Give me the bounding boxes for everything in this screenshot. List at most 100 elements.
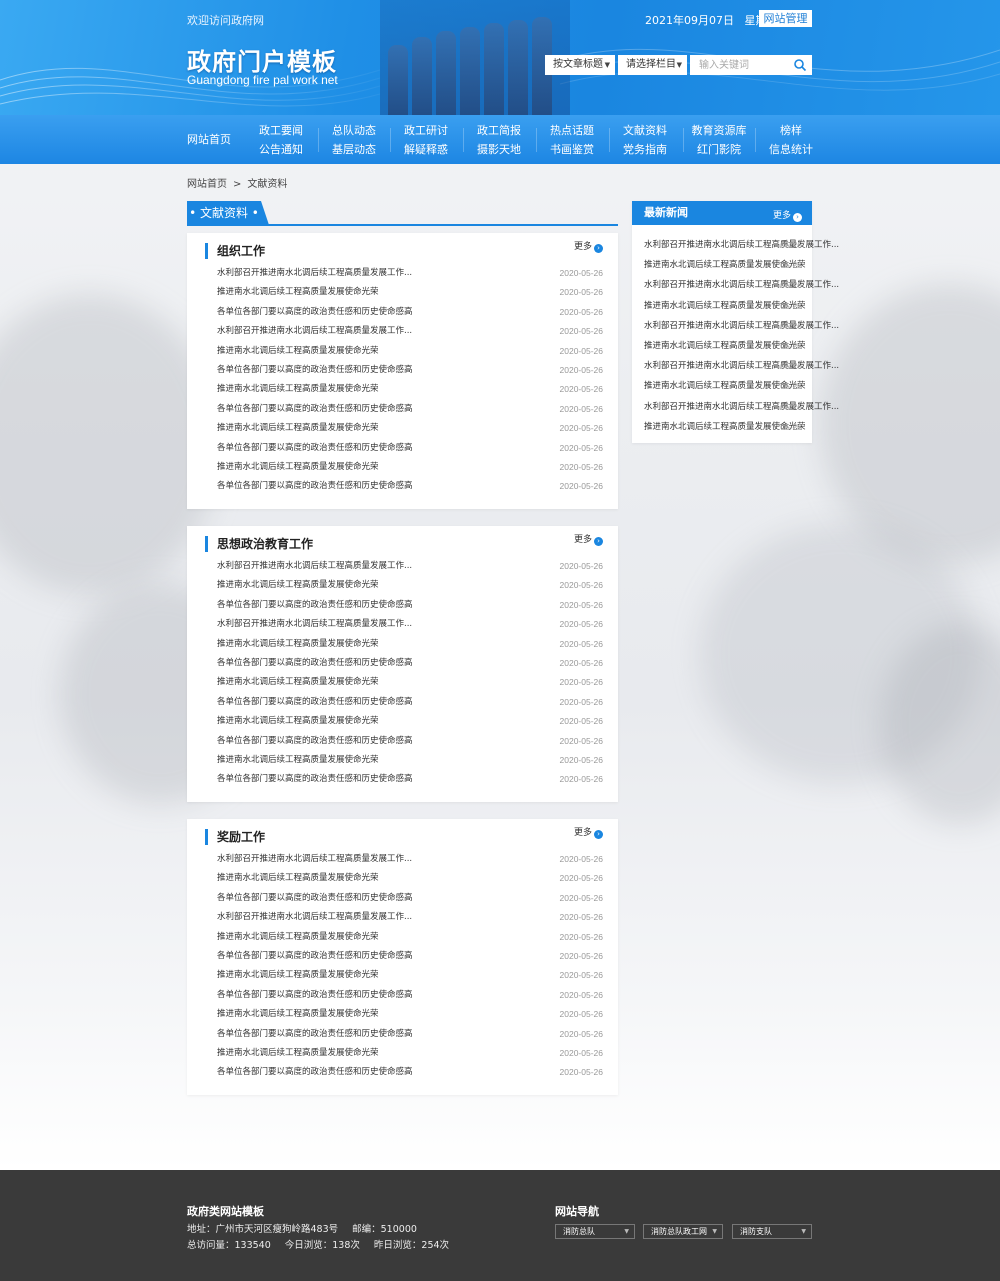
article-link[interactable]: 推进南水北调后续工程高质量发展使命光荣 [217,458,379,477]
article-link[interactable]: 各单位各部门要以高度的政治责任感和历史使命感高 [217,1025,413,1044]
article-link[interactable]: 各单位各部门要以高度的政治责任感和历史使命感高 [217,947,413,966]
article-link[interactable]: 各单位各部门要以高度的政治责任感和历史使命感高 [217,361,413,380]
footer-nav-select-3[interactable]: 消防支队 ▼ [732,1224,812,1239]
nav-item[interactable]: 信息统计 [755,143,827,157]
latest-news-list: 水利部召开推进南水北调后续工程高质量发展工作... 05-26 推进南水北调后续工程… [644,235,839,437]
breadcrumb-home[interactable]: 网站首页 [187,179,227,190]
nav-column: 教育资源库 红门影院 [683,115,755,164]
article-link[interactable]: 水利部召开推进南水北调后续工程高质量发展工作... [217,908,412,927]
article-link[interactable]: 各单位各部门要以高度的政治责任感和历史使命感高 [217,439,413,458]
panel-more-link[interactable]: 更多 › [574,239,603,253]
article-link[interactable]: 水利部召开推进南水北调后续工程高质量发展工作... [217,322,412,341]
article-date: 2020-05-26 [559,657,603,668]
nav-item[interactable]: 政工要闻 [245,124,317,138]
footer-address-line: 地址：广州市天河区瘦狗岭路483号 邮编：510000 [187,1221,431,1235]
nav-home[interactable]: 网站首页 [187,115,231,164]
breadcrumb: 网站首页 > 文献资料 [187,175,293,190]
panel-more-link[interactable]: 更多 › [574,532,603,546]
list-item: 推进南水北调后续工程高质量发展使命光荣 2020-05-26 [217,458,603,477]
list-item: 推进南水北调后续工程高质量发展使命光荣 05-26 [644,255,806,275]
news-link[interactable]: 水利部召开推进南水北调后续工程高质量发展工作... [644,316,839,336]
panel-more-link[interactable]: 更多 › [574,825,603,839]
article-link[interactable]: 各单位各部门要以高度的政治责任感和历史使命感高 [217,732,413,751]
caret-down-icon: ▼ [801,1228,806,1235]
article-link[interactable]: 各单位各部门要以高度的政治责任感和历史使命感高 [217,596,413,615]
nav-item[interactable]: 热点话题 [536,124,608,138]
news-date: 05-26 [780,300,802,311]
site-footer: 政府类网站模板 地址：广州市天河区瘦狗岭路483号 邮编：510000 总访问量：… [0,1170,1000,1281]
article-link[interactable]: 各单位各部门要以高度的政治责任感和历史使命感高 [217,770,413,789]
nav-item[interactable]: 教育资源库 [683,124,755,138]
nav-item[interactable]: 文献资料 [609,124,681,138]
article-link[interactable]: 推进南水北调后续工程高质量发展使命光荣 [217,635,379,654]
news-link[interactable]: 水利部召开推进南水北调后续工程高质量发展工作... [644,275,839,295]
article-date: 2020-05-26 [559,774,603,785]
footer-nav-select-2[interactable]: 消防总队政工网 ▼ [643,1224,723,1239]
news-date: 05-26 [780,381,802,392]
article-link[interactable]: 各单位各部门要以高度的政治责任感和历史使命感高 [217,889,413,908]
nav-item[interactable]: 红门影院 [683,143,755,157]
article-link[interactable]: 推进南水北调后续工程高质量发展使命光荣 [217,342,379,361]
nav-item[interactable]: 榜样 [755,124,827,138]
search-icon[interactable] [793,58,807,72]
article-list: 水利部召开推进南水北调后续工程高质量发展工作... 2020-05-26 推进南水北… [217,557,603,790]
article-link[interactable]: 推进南水北调后续工程高质量发展使命光荣 [217,869,379,888]
article-link[interactable]: 各单位各部门要以高度的政治责任感和历史使命感高 [217,693,413,712]
article-date: 2020-05-26 [559,326,603,337]
site-admin-button[interactable]: 网站管理 [759,10,812,27]
article-link[interactable]: 各单位各部门要以高度的政治责任感和历史使命感高 [217,303,413,322]
article-link[interactable]: 水利部召开推进南水北调后续工程高质量发展工作... [217,615,412,634]
article-link[interactable]: 各单位各部门要以高度的政治责任感和历史使命感高 [217,986,413,1005]
nav-item[interactable]: 公告通知 [245,143,317,157]
article-date: 2020-05-26 [559,442,603,453]
nav-item[interactable]: 政工简报 [463,124,535,138]
caret-down-icon: ▼ [604,61,610,69]
footer-total-visits: 总访问量：133540 [187,1240,271,1251]
list-item: 推进南水北调后续工程高质量发展使命光荣 2020-05-26 [217,1005,603,1024]
article-link[interactable]: 推进南水北调后续工程高质量发展使命光荣 [217,1044,379,1063]
footer-nav-select-1[interactable]: 消防总队 ▼ [555,1224,635,1239]
article-link[interactable]: 推进南水北调后续工程高质量发展使命光荣 [217,712,379,731]
caret-down-icon: ▼ [624,1228,629,1235]
article-link[interactable]: 各单位各部门要以高度的政治责任感和历史使命感高 [217,1063,413,1082]
news-link[interactable]: 水利部召开推进南水北调后续工程高质量发展工作... [644,397,839,417]
list-item: 各单位各部门要以高度的政治责任感和历史使命感高 2020-05-26 [217,477,603,496]
article-link[interactable]: 推进南水北调后续工程高质量发展使命光荣 [217,419,379,438]
article-link[interactable]: 推进南水北调后续工程高质量发展使命光荣 [217,576,379,595]
nav-item[interactable]: 总队动态 [318,124,390,138]
nav-item[interactable]: 摄影天地 [463,143,535,157]
nav-column: 政工简报 摄影天地 [463,115,535,164]
news-link[interactable]: 水利部召开推进南水北调后续工程高质量发展工作... [644,235,839,255]
article-link[interactable]: 推进南水北调后续工程高质量发展使命光荣 [217,966,379,985]
search-column-select[interactable]: 请选择栏目 ▼ [618,55,687,75]
article-link[interactable]: 推进南水北调后续工程高质量发展使命光荣 [217,283,379,302]
search-type-select[interactable]: 按文章标题 ▼ [545,55,615,75]
nav-item[interactable]: 书画鉴赏 [536,143,608,157]
article-link[interactable]: 各单位各部门要以高度的政治责任感和历史使命感高 [217,654,413,673]
article-link[interactable]: 推进南水北调后续工程高质量发展使命光荣 [217,673,379,692]
latest-news-more-link[interactable]: 更多 › [773,208,802,222]
footer-nav-select-value: 消防总队 [563,1227,595,1236]
article-link[interactable]: 水利部召开推进南水北调后续工程高质量发展工作... [217,264,412,283]
nav-item[interactable]: 政工研讨 [390,124,462,138]
article-date: 2020-05-26 [559,561,603,571]
news-link[interactable]: 水利部召开推进南水北调后续工程高质量发展工作... [644,356,839,376]
nav-item[interactable]: 基层动态 [318,143,390,157]
article-link[interactable]: 推进南水北调后续工程高质量发展使命光荣 [217,1005,379,1024]
breadcrumb-separator: > [233,179,242,190]
article-link[interactable]: 水利部召开推进南水北调后续工程高质量发展工作... [217,557,412,576]
article-link[interactable]: 推进南水北调后续工程高质量发展使命光荣 [217,751,379,770]
article-link[interactable]: 推进南水北调后续工程高质量发展使命光荣 [217,380,379,399]
article-link[interactable]: 水利部召开推进南水北调后续工程高质量发展工作... [217,850,412,869]
nav-item[interactable]: 党务指南 [609,143,681,157]
site-logo-title[interactable]: 政府门户模板 [187,42,337,77]
nav-item[interactable]: 解疑释惑 [390,143,462,157]
article-date: 2020-05-26 [559,716,603,727]
arrow-right-icon: › [594,537,603,546]
article-date: 2020-05-26 [559,481,603,492]
article-link[interactable]: 各单位各部门要以高度的政治责任感和历史使命感高 [217,400,413,419]
search-input[interactable] [690,55,786,75]
footer-nav-title: 网站导航 [555,1205,599,1218]
article-link[interactable]: 各单位各部门要以高度的政治责任感和历史使命感高 [217,477,413,496]
article-link[interactable]: 推进南水北调后续工程高质量发展使命光荣 [217,928,379,947]
